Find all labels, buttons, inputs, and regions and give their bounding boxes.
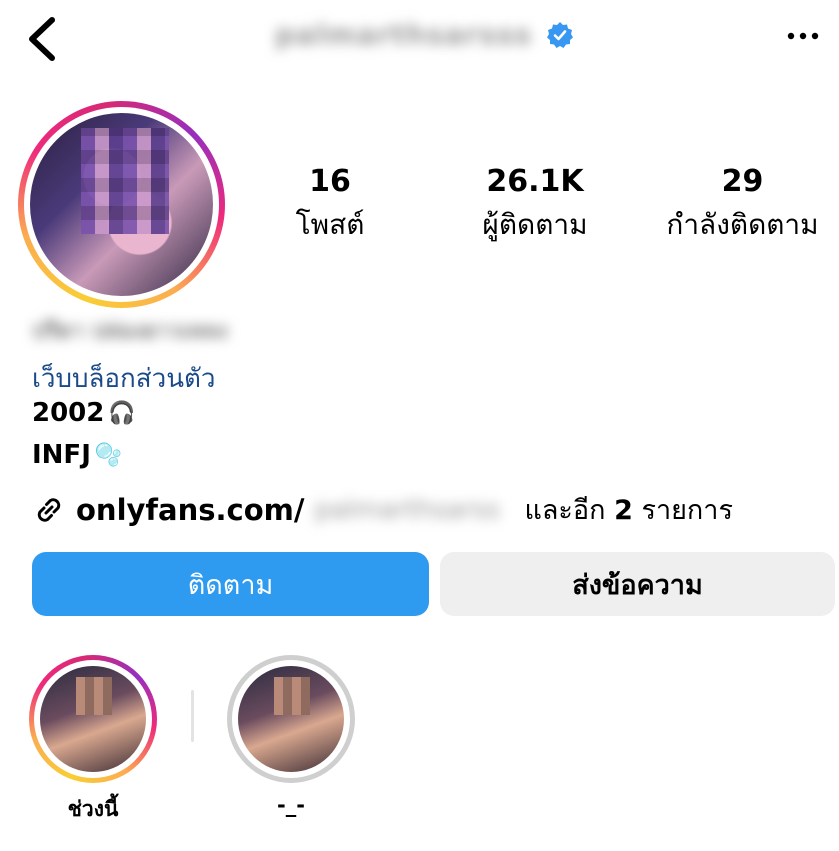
avatar-image	[30, 113, 213, 296]
bio-line-1: 2002 🎧	[32, 398, 136, 428]
more-horizontal-icon	[787, 32, 819, 40]
profile-avatar[interactable]	[18, 101, 225, 308]
highlight-thumbnail	[238, 666, 344, 772]
headphones-icon: 🎧	[108, 400, 136, 426]
bubbles-icon: 🫧	[94, 442, 123, 468]
bio-line-2-text: INFJ	[32, 440, 91, 470]
highlight-thumbnail	[40, 666, 146, 772]
profile-category: เว็บบล็อกส่วนตัว	[32, 364, 216, 394]
message-button[interactable]: ส่งข้อความ	[440, 552, 835, 616]
following-label: กำลังติดตาม	[666, 208, 819, 241]
highlight-label: ช่วงนี้	[67, 797, 119, 821]
stat-posts[interactable]: 16 โพสต์	[280, 165, 380, 243]
followers-label: ผู้ติดตาม	[482, 208, 588, 241]
posts-label: โพสต์	[295, 208, 365, 241]
stat-followers[interactable]: 26.1K ผู้ติดตาม	[465, 165, 605, 243]
link-icon	[37, 497, 61, 522]
chevron-left-icon	[29, 17, 55, 61]
header-username: palmarthsarsss	[275, 18, 574, 51]
highlight-frame	[232, 660, 350, 778]
back-button[interactable]	[22, 14, 62, 64]
username-text: palmarthsarsss	[275, 18, 533, 51]
link-more-unit: รายการ	[641, 495, 733, 526]
link-path: palmarthsarss	[314, 494, 500, 525]
link-domain: onlyfans.com/	[76, 492, 305, 527]
follow-button[interactable]: ติดตาม	[32, 552, 429, 616]
highlight-story-recent[interactable]	[29, 655, 157, 783]
profile-page: palmarthsarsss 16 โพสต์ 26.1K ผู้ติดตาม …	[0, 0, 839, 851]
more-options-button[interactable]	[785, 24, 821, 48]
highlight-item[interactable]	[227, 655, 355, 783]
highlight-label: -_-	[277, 793, 305, 817]
avatar-pixelated-face	[81, 127, 170, 234]
highlight-divider	[191, 690, 194, 742]
link-more-text: และอีก	[524, 495, 606, 526]
external-link[interactable]: onlyfans.com/ palmarthsarss และอีก 2 ราย…	[32, 488, 733, 531]
stat-following[interactable]: 29 กำลังติดตาม	[650, 165, 835, 243]
display-name: ปรีดา ปล่องยาวเหลง	[32, 319, 228, 344]
following-count: 29	[721, 164, 764, 199]
bio-line-2: INFJ 🫧	[32, 440, 122, 470]
link-more[interactable]: และอีก 2 รายการ	[524, 488, 733, 531]
followers-count: 26.1K	[486, 164, 584, 199]
avatar-frame	[24, 107, 219, 302]
link-more-count: 2	[614, 495, 633, 526]
bio-line-1-text: 2002	[32, 398, 105, 428]
highlight-frame	[34, 660, 152, 778]
posts-count: 16	[309, 164, 351, 199]
verified-badge-icon	[547, 21, 574, 48]
